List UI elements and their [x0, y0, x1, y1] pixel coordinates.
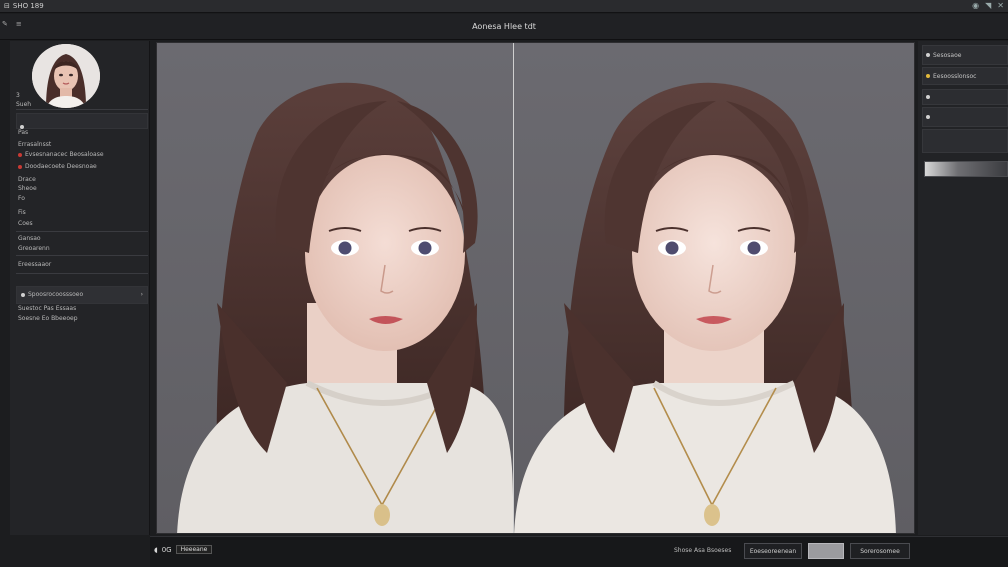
pin-icon[interactable]: ◥ [985, 1, 991, 10]
yellow-swatch-icon [926, 74, 930, 78]
profile-avatar[interactable] [32, 44, 100, 108]
profile-label: 3 [16, 92, 20, 99]
red-swatch-icon [18, 164, 22, 169]
zoom-control[interactable]: ◖ 0G Heeeane [154, 545, 213, 554]
divider [16, 255, 148, 256]
app-title: ⊟ SHO 189 [4, 2, 44, 10]
image-canvas[interactable] [156, 42, 915, 534]
settings-dot-icon [926, 53, 930, 57]
sub-row-0[interactable]: Suestoc Pas Essaas [18, 305, 76, 312]
status-text: Shose Asa Bsoeses [674, 547, 732, 554]
action-button-1[interactable]: Eoeseoreenean [744, 543, 802, 559]
after-image-pane[interactable] [514, 43, 914, 533]
portrait-image-before [177, 82, 513, 533]
sidebar-item-10[interactable]: Greoarenn [18, 245, 50, 252]
option-dot-icon [926, 115, 930, 119]
sidebar-item-0[interactable]: Pas [18, 129, 28, 136]
chevron-right-icon: › [140, 291, 143, 298]
app-logo-icon: ⊟ [4, 2, 10, 10]
window-controls: ◉ ◥ ✕ [972, 1, 1004, 10]
right-panel-row-1[interactable]: Eesoosslonsoc [922, 67, 1008, 85]
right-panel-row-2[interactable] [922, 89, 1008, 105]
close-icon[interactable]: ✕ [997, 1, 1004, 10]
sidebar-item-2[interactable]: Evsesnanacec Beosaloase [18, 151, 104, 158]
layer-dot-icon [21, 292, 25, 297]
action-button-2[interactable] [808, 543, 844, 559]
selected-layer-row[interactable]: Spoosrocoosssoeo › [16, 286, 148, 304]
divider [16, 109, 148, 110]
divider [16, 273, 148, 274]
sidebar-item-4[interactable]: Drace [18, 176, 36, 183]
photo-editor-window: ⊟ SHO 189 ◉ ◥ ✕ ✎ ≡ Aonesa Hlee tdt 3 Su… [0, 0, 1008, 567]
option-dot-icon [926, 95, 930, 99]
right-panel-row-3[interactable] [922, 107, 1008, 127]
sidebar-item-1[interactable]: Errasalnsst [18, 141, 51, 148]
red-swatch-icon [18, 152, 22, 157]
bottom-bar: ◖ 0G Heeeane Shose Asa Bsoeses Eoeseoree… [150, 536, 1008, 567]
right-panel: Sesosaoe Eesoosslonsoc [918, 41, 1008, 535]
sidebar-item-6[interactable]: Fo [18, 195, 25, 202]
portrait-thumbnail [32, 44, 100, 108]
portrait-image-after [514, 82, 896, 533]
document-title: Aonesa Hlee tdt [472, 22, 536, 31]
panel-row-search[interactable] [16, 113, 148, 129]
zoom-icon: ◖ [154, 545, 158, 554]
divider [16, 231, 148, 232]
sidebar-item-11[interactable]: Ereessaaor [18, 261, 51, 268]
sidebar-item-7[interactable]: Fis [18, 209, 26, 216]
brightness-slider[interactable] [924, 161, 1008, 177]
selected-layer-label: Spoosrocoosssoeo [21, 291, 83, 298]
title-bar: ⊟ SHO 189 ◉ ◥ ✕ [0, 0, 1008, 13]
sidebar-item-3[interactable]: Doodaecoete Deesnoae [18, 163, 97, 170]
sidebar-item-8[interactable]: Coes [18, 220, 33, 227]
action-button-3[interactable]: Sorerosomee [850, 543, 910, 559]
zoom-value[interactable]: Heeeane [175, 545, 213, 554]
right-panel-row-0[interactable]: Sesosaoe [922, 45, 1008, 65]
sidebar-item-5[interactable]: Sheoe [18, 185, 37, 192]
profile-sublabel: Sueh [16, 101, 32, 108]
before-image-pane[interactable] [157, 43, 513, 533]
view-icon[interactable]: ◉ [972, 1, 979, 10]
sidebar-item-9[interactable]: Gansao [18, 235, 41, 242]
sub-row-1[interactable]: Soesne Eo Bbeeoep [18, 315, 78, 322]
right-panel-row-4[interactable] [922, 129, 1008, 153]
left-panel: 3 Sueh Pas Errasalnsst Evsesnanacec Beos… [10, 41, 150, 535]
top-toolbar: ✎ ≡ Aonesa Hlee tdt [0, 14, 1008, 40]
